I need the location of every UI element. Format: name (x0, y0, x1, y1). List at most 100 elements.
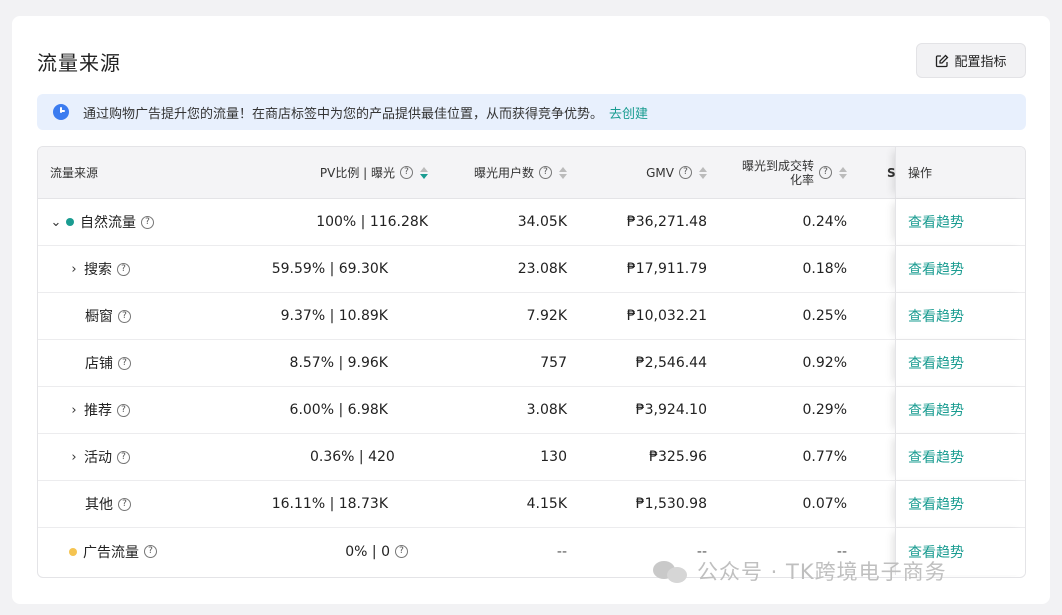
gmv-cell: ₱17,911.79 (626, 261, 707, 277)
cvr-cell: 0.07% (802, 496, 847, 512)
view-trend-link[interactable]: 查看趋势 (908, 494, 964, 514)
header-cvr-label: 曝光到成交转 化率 (742, 159, 814, 187)
pv-cell: 100% | 116.28K (316, 214, 428, 230)
pv-cell: 16.11% | 18.73K (271, 496, 388, 512)
table-row-recommend: › 推荐 ? 6.00% | 6.98K 3.08K ₱3,924.10 0.2… (38, 387, 1025, 434)
source-cell: 店铺 ? (50, 340, 270, 386)
help-icon[interactable]: ? (117, 262, 130, 276)
help-icon[interactable]: ? (400, 166, 413, 179)
header-pv[interactable]: PV比例 | 曝光 ? (270, 147, 428, 198)
help-icon[interactable]: ? (118, 497, 131, 511)
cvr-cell: 0.29% (802, 402, 847, 418)
gmv-cell: ₱2,546.44 (635, 355, 707, 371)
uv-cell: -- (556, 543, 567, 560)
traffic-source-table: 流量来源 PV比例 | 曝光 ? 曝光用户数 ? GMV ? 曝光到成交转 化率… (37, 146, 1026, 578)
chevron-right-icon[interactable]: › (68, 403, 80, 418)
info-icon (53, 104, 69, 120)
pv-value: 0% | 0 (345, 543, 390, 560)
table-row-shop: 店铺 ? 8.57% | 9.96K 757 ₱2,546.44 0.92% 查… (38, 340, 1025, 387)
header-uv[interactable]: 曝光用户数 ? (430, 147, 567, 198)
chevron-right-icon[interactable]: › (68, 450, 80, 465)
help-icon[interactable]: ? (118, 309, 131, 323)
edit-icon (935, 54, 949, 68)
view-trend-link[interactable]: 查看趋势 (908, 400, 964, 420)
table-row-campaign: › 活动 ? 0.36% | 420 130 ₱325.96 0.77% 查看趋… (38, 434, 1025, 481)
header-s: S (847, 147, 896, 198)
help-icon[interactable]: ? (141, 215, 154, 229)
op-cell: 查看趋势 (895, 199, 1025, 245)
chevron-down-icon[interactable]: ⌄ (50, 215, 62, 230)
source-cell: 橱窗 ? (50, 293, 270, 339)
table-row-search: › 搜索 ? 59.59% | 69.30K 23.08K ₱17,911.79… (38, 246, 1025, 293)
view-trend-link[interactable]: 查看趋势 (908, 259, 964, 279)
pv-cell: 59.59% | 69.30K (271, 261, 388, 277)
pv-cell: 8.57% | 9.96K (289, 355, 388, 371)
op-cell: 查看趋势 (895, 293, 1025, 339)
sort-icon[interactable] (699, 166, 707, 179)
pv-cell: 9.37% | 10.89K (280, 308, 388, 324)
header-pv-label: PV比例 | 曝光 (319, 166, 395, 180)
gmv-cell: ₱3,924.10 (635, 402, 707, 418)
cvr-cell: 0.92% (802, 355, 847, 371)
source-label: 橱窗 (85, 309, 113, 325)
source-label: 活动 (84, 450, 112, 466)
source-cell: ⌄ 自然流量 ? (50, 199, 270, 245)
source-label: 推荐 (84, 403, 112, 419)
pv-cell: 0.36% | 420 (310, 449, 395, 465)
ads-dot-icon (69, 547, 77, 556)
header-cvr-line1: 曝光到成交转 (741, 158, 814, 173)
view-trend-link[interactable]: 查看趋势 (908, 306, 964, 326)
gmv-cell: ₱325.96 (649, 449, 707, 465)
header-uv-label: 曝光用户数 (473, 166, 534, 180)
sort-icon[interactable] (420, 166, 428, 179)
uv-cell: 757 (540, 355, 567, 371)
pv-cell: 0% | 0 ? (270, 528, 430, 575)
help-icon[interactable]: ? (118, 356, 131, 370)
source-cell: › 推荐 ? (50, 387, 270, 433)
view-trend-link[interactable]: 查看趋势 (908, 353, 964, 373)
watermark: 公众号 · TK跨境电子商务 (653, 556, 947, 586)
gmv-cell: ₱10,032.21 (626, 308, 707, 324)
source-label: 搜索 (84, 262, 112, 278)
source-label: 店铺 (85, 356, 113, 372)
view-trend-link[interactable]: 查看趋势 (908, 447, 964, 467)
organic-dot-icon (66, 218, 74, 226)
uv-cell: 130 (540, 449, 567, 465)
source-cell: › 搜索 ? (50, 246, 270, 292)
chevron-right-icon[interactable]: › (68, 262, 80, 277)
op-cell: 查看趋势 (895, 387, 1025, 433)
help-icon[interactable]: ? (395, 545, 408, 558)
help-icon[interactable]: ? (144, 545, 157, 558)
uv-cell: 4.15K (526, 496, 567, 512)
source-cell: › 活动 ? (50, 434, 270, 480)
help-icon[interactable]: ? (117, 450, 130, 464)
sort-icon[interactable] (559, 166, 567, 179)
help-icon[interactable]: ? (117, 403, 130, 417)
header-op: 操作 (895, 147, 1025, 198)
source-cell: 其他 ? (50, 481, 270, 527)
source-cell: 广告流量 ? (50, 528, 270, 575)
promo-notice-banner: 通过购物广告提升您的流量！在商店标签中为您的产品提供最佳位置，从而获得竞争优势。… (37, 94, 1026, 130)
header-gmv[interactable]: GMV ? (567, 147, 707, 198)
uv-cell: 23.08K (517, 261, 567, 277)
cvr-cell: 0.18% (802, 261, 847, 277)
op-cell: 查看趋势 (895, 434, 1025, 480)
uv-cell: 34.05K (517, 214, 567, 230)
gmv-cell: ₱1,530.98 (635, 496, 707, 512)
help-icon[interactable]: ? (539, 166, 552, 179)
op-cell: 查看趋势 (895, 481, 1025, 527)
view-trend-link[interactable]: 查看趋势 (908, 212, 964, 232)
config-metrics-button[interactable]: 配置指标 (916, 43, 1026, 78)
create-ad-link[interactable]: 去创建 (609, 103, 648, 122)
watermark-text: 公众号 · TK跨境电子商务 (697, 560, 947, 584)
cvr-cell: 0.24% (802, 214, 847, 230)
header-cvr[interactable]: 曝光到成交转 化率 ? (707, 147, 847, 198)
help-icon[interactable]: ? (679, 166, 692, 179)
uv-cell: 3.08K (526, 402, 567, 418)
header-gmv-label: GMV (646, 165, 674, 180)
help-icon[interactable]: ? (819, 166, 832, 179)
source-label: 广告流量 (83, 544, 139, 561)
pv-cell: 6.00% | 6.98K (289, 402, 388, 418)
sort-icon[interactable] (839, 166, 847, 179)
op-cell: 查看趋势 (895, 246, 1025, 292)
